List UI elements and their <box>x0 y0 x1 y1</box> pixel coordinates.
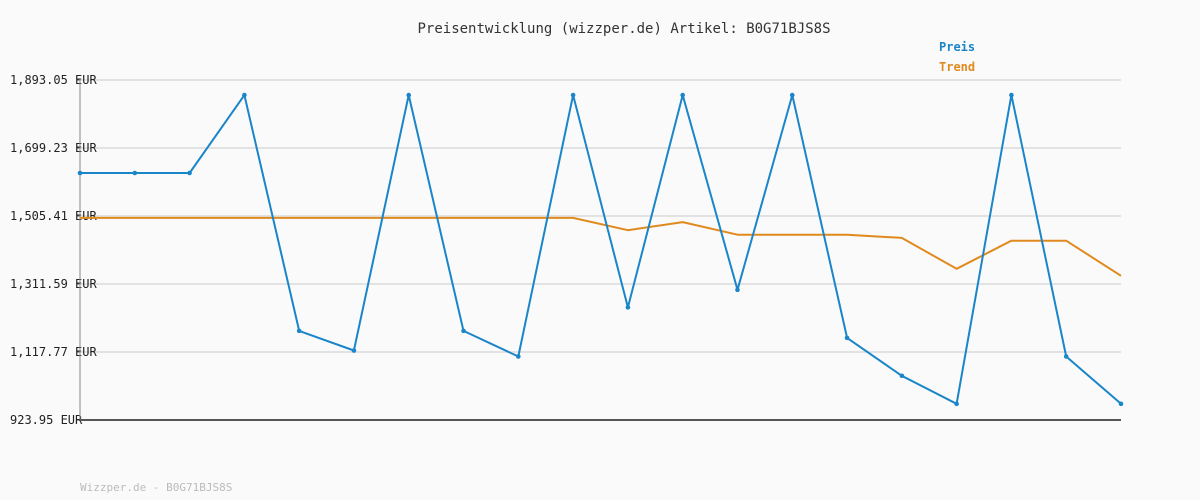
data-point-preis <box>625 305 631 310</box>
y-tick-label: 923.95 EUR <box>10 413 83 427</box>
data-point-preis <box>899 373 905 379</box>
data-point-preis <box>406 92 412 98</box>
chart-title: Preisentwicklung (wizzper.de) Artikel: B… <box>417 21 830 37</box>
data-point-preis <box>570 92 576 98</box>
data-point-preis <box>77 170 83 176</box>
data-point-preis <box>187 170 192 176</box>
data-point-preis <box>1118 401 1124 407</box>
series-layer <box>77 92 1124 407</box>
y-tick-label: 1,505.41 EUR <box>10 209 97 223</box>
data-point-preis <box>789 92 795 98</box>
axes <box>79 78 1121 421</box>
series-line-preis <box>80 94 1122 405</box>
legend: Preis Trend <box>939 40 975 74</box>
data-point-preis <box>132 170 138 176</box>
y-tick-label: 1,311.59 EUR <box>10 277 97 291</box>
data-point-preis <box>461 328 466 334</box>
data-point-preis <box>1063 354 1069 359</box>
series-line-trend <box>80 216 1122 277</box>
y-tick-label: 1,117.77 EUR <box>10 345 97 359</box>
data-point-preis <box>242 92 247 98</box>
data-point-preis <box>516 354 521 359</box>
legend-entry-preis: Preis <box>939 40 975 54</box>
y-axis-ticks: 1,893.05 EUR 1,699.23 EUR 1,505.41 EUR 1,31… <box>10 73 97 427</box>
legend-entry-trend: Trend <box>939 60 975 74</box>
y-tick-label: 1,893.05 EUR <box>10 73 97 87</box>
data-point-preis <box>954 401 959 407</box>
data-point-preis <box>1009 92 1014 98</box>
data-point-preis <box>351 348 357 353</box>
data-point-preis <box>296 328 302 334</box>
data-point-preis <box>844 335 850 341</box>
data-point-preis <box>735 287 740 293</box>
y-tick-label: 1,699.23 EUR <box>10 141 97 155</box>
series-trend <box>80 216 1122 277</box>
series-preis <box>77 92 1124 407</box>
grid-lines <box>80 79 1121 353</box>
footer-credit: Wizzper.de - B0G71BJS8S <box>80 481 232 494</box>
price-chart: Preisentwicklung (wizzper.de) Artikel: B… <box>10 21 1124 494</box>
data-point-preis <box>680 92 685 98</box>
